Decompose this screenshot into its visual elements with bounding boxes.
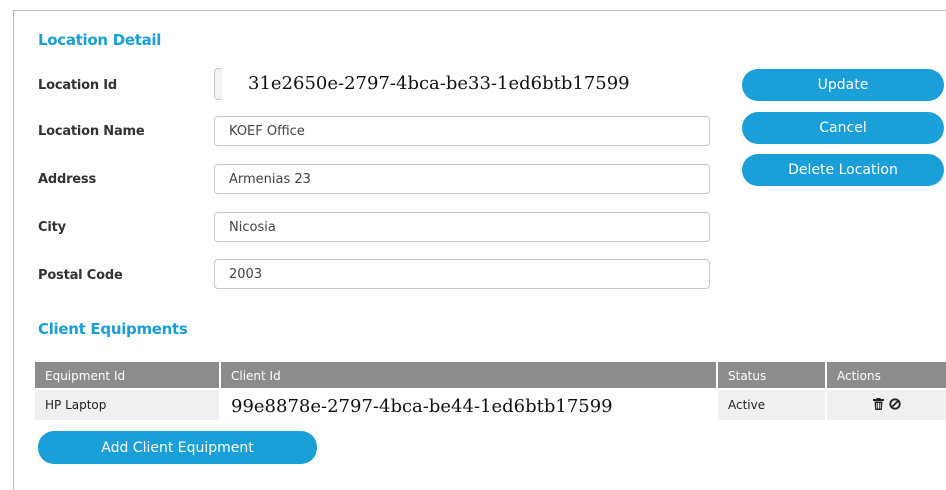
disable-icon[interactable] xyxy=(889,391,901,421)
location-name-label: Location Name xyxy=(38,124,145,139)
city-input[interactable] xyxy=(214,212,710,242)
address-input[interactable] xyxy=(214,164,710,194)
column-header-client-id[interactable]: Client Id xyxy=(221,362,718,388)
client-id-value: 99e8878e-2797-4bca-be44-1ed6btb17599 xyxy=(231,396,613,417)
cancel-button[interactable]: Cancel xyxy=(742,112,944,144)
delete-location-button[interactable]: Delete Location xyxy=(742,154,944,186)
postal-code-input[interactable] xyxy=(214,259,710,289)
cell-equipment-id: HP Laptop xyxy=(35,390,221,420)
cell-status: Active xyxy=(718,390,827,420)
table-row[interactable]: HP Laptop 99e8878e-2797-4bca-be44-1ed6bt… xyxy=(35,390,946,420)
update-button[interactable]: Update xyxy=(742,69,944,101)
location-id-field-edge xyxy=(214,68,222,100)
location-detail-title: Location Detail xyxy=(38,31,162,49)
location-id-value: 31e2650e-2797-4bca-be33-1ed6btb17599 xyxy=(248,73,630,94)
column-header-status[interactable]: Status xyxy=(718,362,827,388)
table-header: Equipment Id Client Id Status Actions xyxy=(35,362,946,388)
location-name-input[interactable] xyxy=(214,116,710,146)
column-header-actions: Actions xyxy=(837,369,881,383)
cell-client-id: 99e8878e-2797-4bca-be44-1ed6btb17599 xyxy=(221,390,718,420)
column-header-equipment-id[interactable]: Equipment Id xyxy=(35,362,221,388)
city-label: City xyxy=(38,220,66,235)
address-label: Address xyxy=(38,172,96,187)
cell-actions xyxy=(827,390,946,420)
trash-icon[interactable] xyxy=(873,391,884,421)
postal-code-label: Postal Code xyxy=(38,268,123,283)
add-client-equipment-button[interactable]: Add Client Equipment xyxy=(38,431,317,464)
client-equipments-title: Client Equipments xyxy=(38,320,188,338)
location-id-field: 31e2650e-2797-4bca-be33-1ed6btb17599 xyxy=(214,68,714,100)
location-id-label: Location Id xyxy=(38,78,118,93)
